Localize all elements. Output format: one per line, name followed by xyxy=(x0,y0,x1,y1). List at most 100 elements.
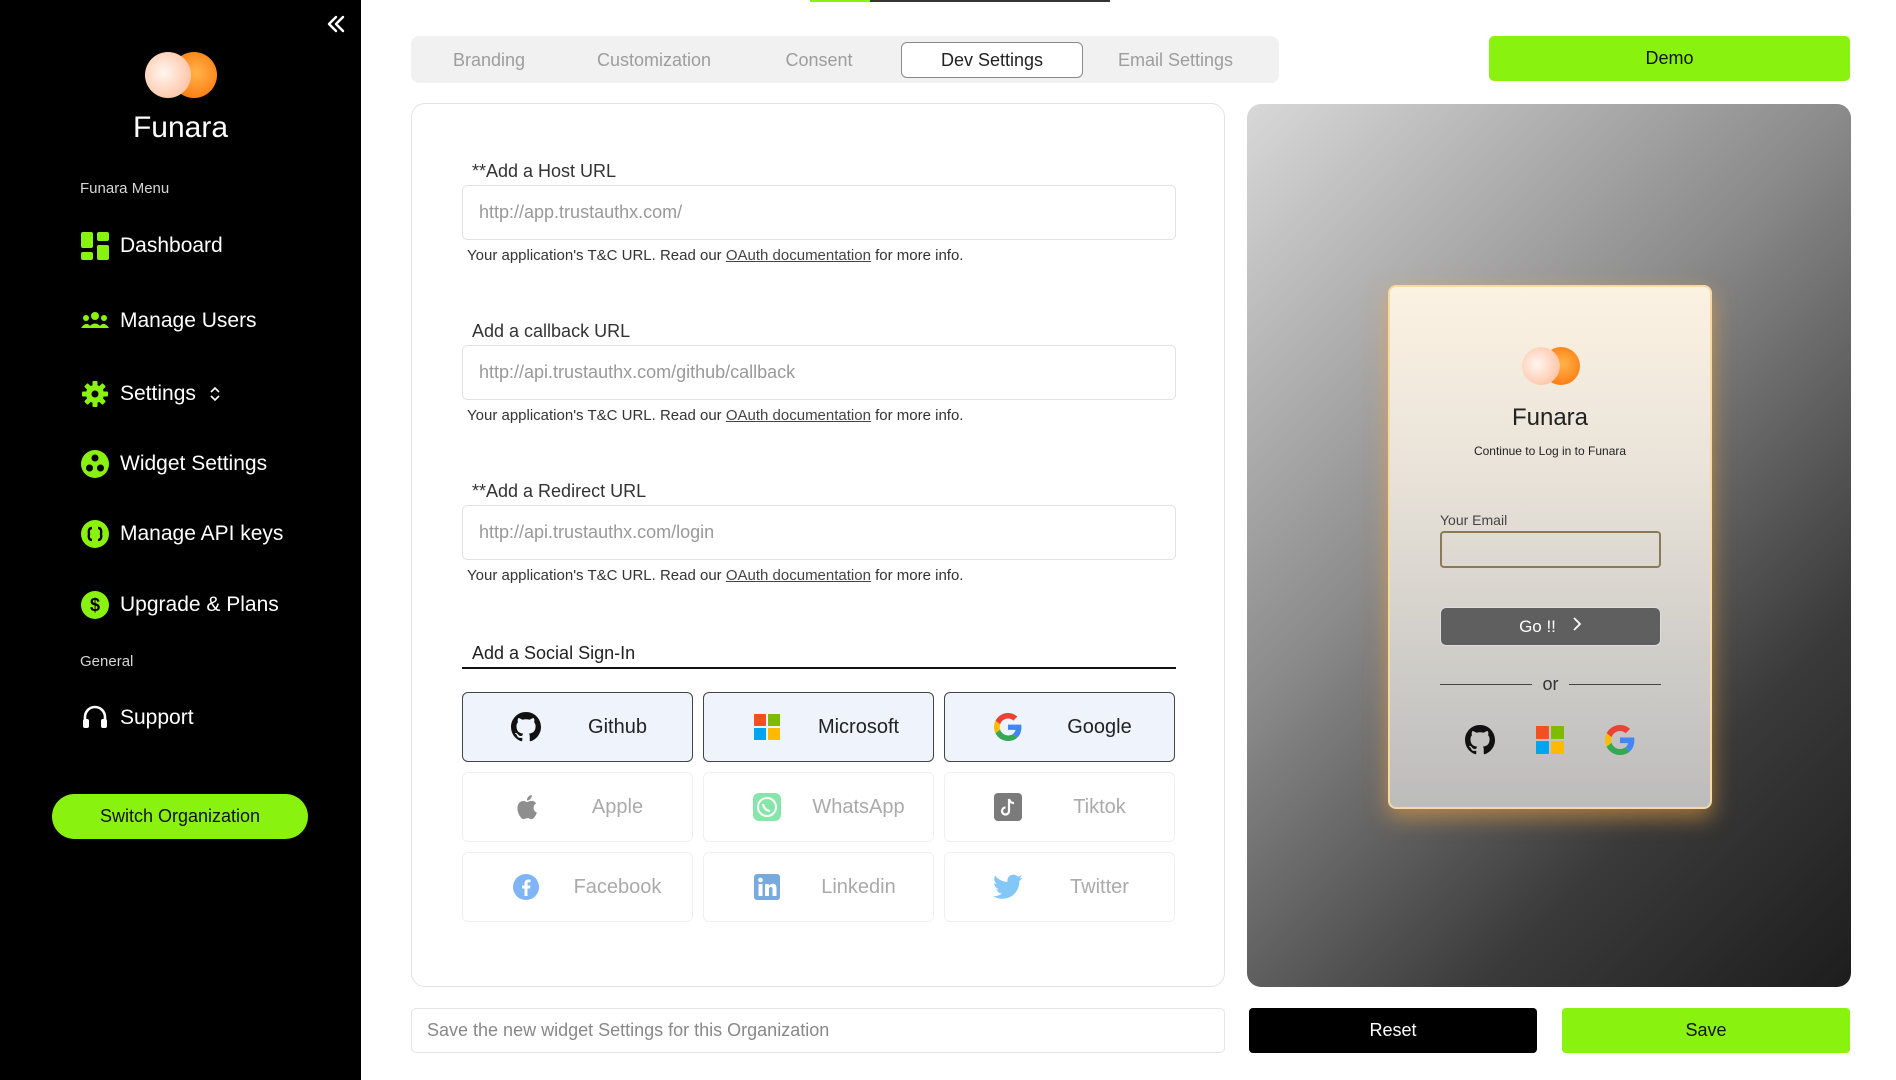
tab-consent[interactable]: Consent xyxy=(749,42,889,78)
help-text: for more info. xyxy=(870,247,964,264)
social-label: WhatsApp xyxy=(812,795,905,818)
social-label: Microsoft xyxy=(817,715,900,738)
nav-label: Widget Settings xyxy=(120,452,268,475)
callback-url-label: Add a callback URL xyxy=(472,321,631,341)
google-icon xyxy=(993,712,1023,742)
help-text: Your application's T&C URL. Read our xyxy=(467,407,726,424)
redirect-url-label: **Add a Redirect URL xyxy=(472,481,647,501)
widget-email-label: Your Email xyxy=(1440,512,1508,528)
nav-label: Settings xyxy=(120,382,196,405)
tab-customization[interactable]: Customization xyxy=(559,42,749,78)
brand-logo xyxy=(142,50,220,100)
collapse-sidebar-icon[interactable] xyxy=(324,12,348,36)
nav-item-widget-settings[interactable]: Widget Settings xyxy=(80,446,267,482)
apple-icon xyxy=(511,792,541,822)
expand-chevron-icon[interactable] xyxy=(208,386,222,402)
go-label: Go !! xyxy=(1519,616,1556,636)
social-signin-heading: Add a Social Sign-In xyxy=(462,637,1176,669)
nav-label: Manage API keys xyxy=(120,522,284,545)
nav-label: Support xyxy=(120,706,194,729)
nav-item-support[interactable]: Support xyxy=(80,700,194,736)
oauth-doc-link[interactable]: OAuth documentation xyxy=(726,247,871,264)
headset-icon xyxy=(80,703,110,733)
menu-heading: Funara Menu xyxy=(80,180,170,197)
users-icon xyxy=(80,306,110,336)
help-text: for more info. xyxy=(870,407,964,424)
widget-preview-panel: Funara Continue to Log in to Funara Your… xyxy=(1247,104,1851,987)
settings-tabs: Branding Customization Consent Dev Setti… xyxy=(411,36,1279,83)
svg-text:$: $ xyxy=(90,595,100,615)
callback-url-input[interactable] xyxy=(462,345,1176,400)
demo-button[interactable]: Demo xyxy=(1489,36,1850,81)
save-button[interactable]: Save xyxy=(1562,1008,1850,1053)
nav-item-settings[interactable]: Settings xyxy=(80,376,222,412)
social-twitter-button[interactable]: Twitter xyxy=(944,852,1175,922)
tab-indicator-track xyxy=(870,0,1110,2)
widget-title: Funara xyxy=(1511,404,1589,431)
dollar-icon: $ xyxy=(80,590,110,620)
social-facebook-button[interactable]: Facebook xyxy=(462,852,693,922)
reset-button[interactable]: Reset xyxy=(1249,1008,1537,1053)
nav-label: Manage Users xyxy=(120,309,257,332)
github-icon xyxy=(511,712,541,742)
social-label: Tiktok xyxy=(1073,795,1126,818)
nav-label: Upgrade & Plans xyxy=(120,593,279,616)
widget-icon xyxy=(80,449,110,479)
redirect-url-help: Your application's T&C URL. Read our OAu… xyxy=(467,567,963,584)
tab-branding[interactable]: Branding xyxy=(419,42,559,78)
google-icon[interactable] xyxy=(1604,724,1636,756)
social-label: Facebook xyxy=(573,875,662,898)
widget-or-divider: or xyxy=(1440,674,1661,694)
nav-item-manage-users[interactable]: Manage Users xyxy=(80,303,257,339)
social-microsoft-button[interactable]: Microsoft xyxy=(703,692,934,762)
social-label: Apple xyxy=(591,795,644,818)
nav-item-manage-api-keys[interactable]: Manage API keys xyxy=(80,516,283,552)
switch-organization-button[interactable]: Switch Organization xyxy=(52,794,308,839)
nav-item-upgrade-plans[interactable]: $ Upgrade & Plans xyxy=(80,587,279,623)
whatsapp-icon xyxy=(752,792,782,822)
dev-settings-form: **Add a Host URL Your application's T&C … xyxy=(411,103,1225,987)
general-heading: General xyxy=(80,653,134,670)
help-text: Your application's T&C URL. Read our xyxy=(467,247,726,264)
tiktok-icon xyxy=(993,792,1023,822)
twitter-icon xyxy=(993,872,1023,902)
widget-go-button[interactable]: Go !! xyxy=(1440,607,1661,646)
brand-name: Funara xyxy=(132,111,229,144)
tab-indicator xyxy=(810,0,870,2)
widget-subtitle: Continue to Log in to Funara xyxy=(1473,444,1627,458)
facebook-icon xyxy=(511,872,541,902)
github-icon[interactable] xyxy=(1464,724,1496,756)
widget-logo xyxy=(1519,344,1583,388)
gear-icon xyxy=(80,379,110,409)
microsoft-icon[interactable] xyxy=(1534,724,1566,756)
callback-url-help: Your application's T&C URL. Read our OAu… xyxy=(467,407,963,424)
social-whatsapp-button[interactable]: WhatsApp xyxy=(703,772,934,842)
help-text: for more info. xyxy=(870,567,964,584)
social-linkedin-button[interactable]: Linkedin xyxy=(703,852,934,922)
tab-dev-settings[interactable]: Dev Settings xyxy=(901,42,1083,78)
nav-item-dashboard[interactable]: Dashboard xyxy=(80,228,223,264)
microsoft-icon xyxy=(752,712,782,742)
chevron-right-icon xyxy=(1572,617,1582,636)
redirect-url-input[interactable] xyxy=(462,505,1176,560)
nav-label: Dashboard xyxy=(120,234,223,257)
oauth-doc-link[interactable]: OAuth documentation xyxy=(726,407,871,424)
dashboard-icon xyxy=(80,231,110,261)
social-google-button[interactable]: Google xyxy=(944,692,1175,762)
save-note: Save the new widget Settings for this Or… xyxy=(411,1008,1225,1053)
host-url-label: **Add a Host URL xyxy=(472,161,617,181)
social-label: Github xyxy=(588,715,647,738)
widget-email-input[interactable] xyxy=(1440,531,1661,568)
social-apple-button[interactable]: Apple xyxy=(462,772,693,842)
api-key-icon xyxy=(80,519,110,549)
tab-email-settings[interactable]: Email Settings xyxy=(1083,42,1268,78)
social-tiktok-button[interactable]: Tiktok xyxy=(944,772,1175,842)
help-text: Your application's T&C URL. Read our xyxy=(467,567,726,584)
oauth-doc-link[interactable]: OAuth documentation xyxy=(726,567,871,584)
login-widget-preview: Funara Continue to Log in to Funara Your… xyxy=(1388,285,1712,809)
sidebar: Funara Funara Menu Dashboard Manage User… xyxy=(0,0,361,1080)
social-label: Linkedin xyxy=(821,875,896,898)
host-url-input[interactable] xyxy=(462,185,1176,240)
social-github-button[interactable]: Github xyxy=(462,692,693,762)
host-url-help: Your application's T&C URL. Read our OAu… xyxy=(467,247,963,264)
